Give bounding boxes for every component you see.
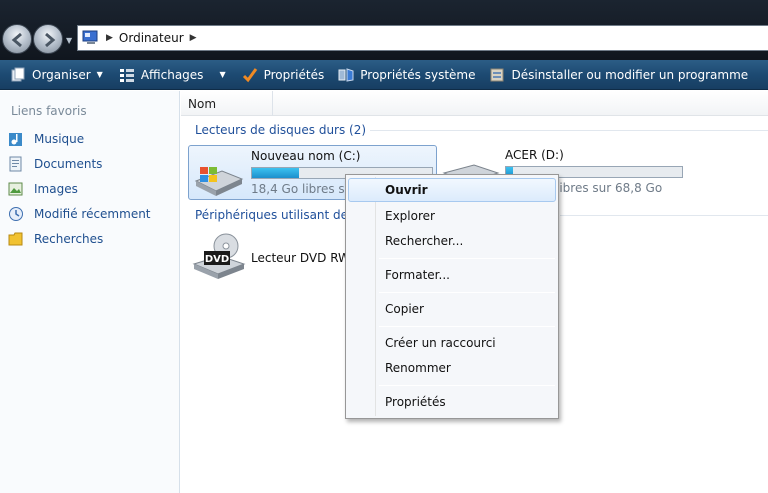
address-bar-area: ▼ ▶ Ordinateur ▶ — [0, 0, 768, 60]
menu-item-rename[interactable]: Renommer — [348, 356, 556, 380]
menu-item-format[interactable]: Formater... — [348, 263, 556, 287]
command-toolbar: Organiser ▼ Affichages ▼ Propriétés Prop… — [0, 60, 768, 90]
documents-icon — [8, 156, 24, 172]
sidebar-item-label: Modifié récemment — [34, 207, 151, 221]
system-properties-label: Propriétés système — [360, 67, 476, 82]
organize-label: Organiser — [32, 67, 91, 82]
favorites-title: Liens favoris — [11, 104, 87, 118]
menu-item-search[interactable]: Rechercher... — [348, 229, 556, 253]
sidebar-item-documents[interactable]: Documents — [8, 154, 102, 174]
sidebar-item-label: Documents — [34, 157, 103, 171]
recent-icon — [8, 206, 24, 222]
dvd-logo-text: DVD — [205, 254, 229, 265]
menu-item-copy[interactable]: Copier — [348, 297, 556, 321]
system-properties-icon — [338, 67, 354, 83]
sidebar-item-recent[interactable]: Modifié récemment — [8, 204, 151, 224]
dvd-drive-icon: DVD — [190, 232, 248, 285]
chevron-down-icon: ▼ — [96, 70, 103, 79]
forward-button[interactable] — [33, 24, 63, 54]
sidebar-item-images[interactable]: Images — [8, 179, 78, 199]
sidebar-item-searches[interactable]: Recherches — [8, 229, 103, 249]
sidebar-item-label: Musique — [34, 132, 85, 146]
properties-button[interactable]: Propriétés — [242, 60, 325, 90]
menu-item-open[interactable]: Ouvrir — [348, 178, 556, 202]
breadcrumb-ordinateur[interactable]: Ordinateur — [119, 31, 184, 45]
organize-icon — [10, 67, 26, 83]
context-menu: Ouvrir Explorer Rechercher... Formater..… — [345, 174, 559, 419]
column-name-header[interactable]: Nom — [188, 97, 216, 111]
uninstall-program-button[interactable]: Désinstaller ou modifier un programme — [489, 60, 748, 90]
hard-drive-windows-icon — [192, 159, 244, 202]
menu-item-create-shortcut[interactable]: Créer un raccourci — [348, 331, 556, 355]
menu-separator — [379, 326, 555, 327]
back-arrow-icon — [11, 32, 22, 48]
uninstall-icon — [489, 67, 505, 83]
music-icon — [8, 131, 24, 147]
drive-d-name: ACER (D:) — [505, 148, 564, 162]
menu-item-explore[interactable]: Explorer — [348, 204, 556, 228]
group-divider — [560, 215, 768, 216]
organize-button[interactable]: Organiser ▼ — [10, 60, 103, 90]
menu-item-properties[interactable]: Propriétés — [348, 390, 556, 414]
forward-arrow-icon — [45, 32, 56, 48]
sidebar-item-label: Recherches — [34, 232, 104, 246]
chevron-down-icon: ▼ — [219, 70, 226, 79]
column-header: Nom — [181, 91, 768, 116]
sidebar-item-label: Images — [34, 182, 78, 196]
menu-separator — [379, 385, 555, 386]
drive-c-usage-fill — [252, 168, 299, 178]
system-properties-button[interactable]: Propriétés système — [338, 60, 475, 90]
uninstall-label: Désinstaller ou modifier un programme — [511, 67, 749, 82]
group-divider — [370, 130, 768, 131]
views-button[interactable]: Affichages ▼ — [119, 60, 226, 90]
favorites-pane: Liens favoris Musique Documents Images M… — [0, 91, 180, 493]
path-separator-icon[interactable]: ▶ — [106, 33, 113, 43]
address-box[interactable]: ▶ Ordinateur ▶ — [77, 25, 768, 51]
back-button[interactable] — [2, 24, 32, 54]
drive-c-name: Nouveau nom (C:) — [251, 149, 361, 163]
sidebar-item-music[interactable]: Musique — [8, 129, 84, 149]
menu-separator — [379, 258, 555, 259]
images-icon — [8, 181, 24, 197]
path-separator-icon[interactable]: ▶ — [190, 33, 197, 43]
searches-icon — [8, 231, 24, 247]
menu-separator — [379, 292, 555, 293]
group-title-hard-drives[interactable]: Lecteurs de disques durs (2) — [195, 123, 366, 137]
recent-pages-dropdown[interactable]: ▼ — [66, 36, 72, 45]
checkmark-icon — [242, 67, 258, 83]
computer-icon — [82, 30, 100, 46]
properties-label: Propriétés — [263, 67, 325, 82]
views-icon — [119, 67, 135, 83]
column-divider[interactable] — [272, 91, 273, 116]
views-label: Affichages — [140, 67, 204, 82]
